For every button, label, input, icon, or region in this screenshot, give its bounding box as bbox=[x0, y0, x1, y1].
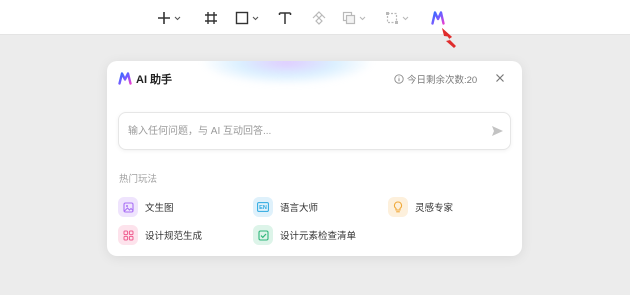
image-icon bbox=[118, 197, 138, 217]
add-tool-button[interactable] bbox=[157, 8, 181, 28]
feature-design-element-checklist[interactable]: 设计元素检查清单 bbox=[253, 225, 356, 245]
ai-logo-icon bbox=[118, 72, 132, 85]
panel-title: AI 助手 bbox=[136, 74, 173, 86]
text-tool-button[interactable] bbox=[278, 8, 292, 28]
feature-inspiration-expert[interactable]: 灵感专家 bbox=[388, 197, 453, 217]
feature-label: 设计元素检查清单 bbox=[280, 231, 357, 242]
frame-tool-button[interactable] bbox=[204, 8, 218, 28]
transform-icon bbox=[386, 12, 398, 24]
boolean-tool-button[interactable] bbox=[342, 8, 366, 28]
rectangle-icon bbox=[235, 11, 249, 25]
component-tool-button[interactable] bbox=[312, 8, 326, 28]
chevron-down-icon bbox=[359, 16, 366, 20]
info-icon bbox=[394, 74, 404, 84]
shape-tool-button[interactable] bbox=[235, 8, 259, 28]
en-language-icon: EN bbox=[253, 197, 273, 217]
ai-assistant-button[interactable] bbox=[431, 8, 445, 28]
close-icon[interactable] bbox=[495, 73, 505, 83]
svg-text:EN: EN bbox=[259, 205, 267, 211]
transform-tool-button[interactable] bbox=[385, 8, 409, 28]
section-title: 热门玩法 bbox=[119, 174, 158, 185]
feature-label: 文生图 bbox=[145, 203, 174, 214]
feature-label: 设计规范生成 bbox=[145, 231, 203, 242]
frame-crop-icon bbox=[205, 12, 217, 24]
ai-logo-icon bbox=[431, 11, 445, 25]
ai-question-box[interactable] bbox=[118, 112, 511, 150]
chevron-down-icon bbox=[252, 16, 259, 20]
checklist-icon bbox=[253, 225, 273, 245]
feature-label: 灵感专家 bbox=[415, 203, 454, 214]
feature-label: 语言大师 bbox=[280, 203, 319, 214]
feature-text-to-image[interactable]: 文生图 bbox=[118, 197, 174, 217]
boolean-icon bbox=[342, 11, 356, 25]
pointer-arrow-icon bbox=[442, 28, 456, 48]
text-icon bbox=[278, 12, 292, 24]
feature-design-spec-generation[interactable]: 设计规范生成 bbox=[118, 225, 202, 245]
top-toolbar bbox=[0, 0, 630, 35]
plus-icon bbox=[158, 12, 170, 24]
chevron-down-icon bbox=[402, 16, 409, 20]
component-icon bbox=[312, 11, 326, 25]
feature-language-master[interactable]: EN 语言大师 bbox=[253, 197, 318, 217]
lightbulb-icon bbox=[388, 197, 408, 217]
ai-assistant-panel: AI 助手 今日剩余次数:20 热门玩法 文生图 EN 语言大师 灵感专家 设计… bbox=[107, 61, 522, 256]
ai-question-input[interactable] bbox=[128, 122, 468, 140]
grid-icon bbox=[118, 225, 138, 245]
send-icon[interactable] bbox=[491, 125, 504, 137]
chevron-down-icon bbox=[174, 16, 181, 20]
quota-indicator: 今日剩余次数:20 bbox=[394, 72, 477, 86]
panel-header: AI 助手 今日剩余次数:20 bbox=[107, 61, 522, 97]
quota-text: 今日剩余次数:20 bbox=[407, 75, 478, 86]
